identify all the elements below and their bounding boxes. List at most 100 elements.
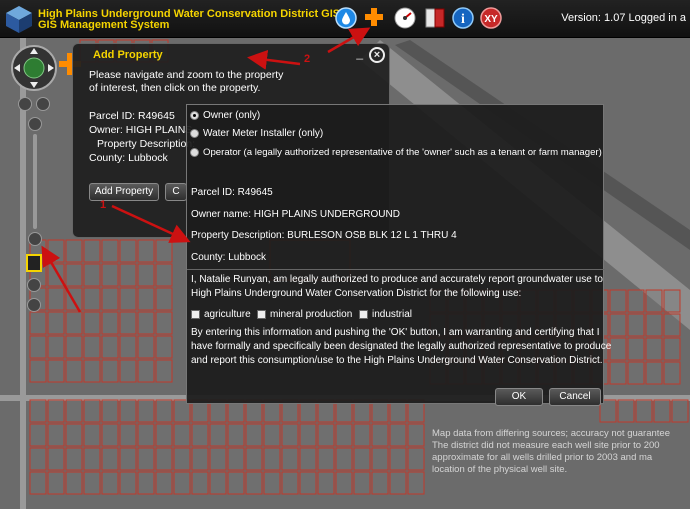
- map-parcel: [83, 423, 101, 447]
- map-parcel: [371, 447, 389, 471]
- water-drop-icon[interactable]: [334, 6, 358, 30]
- map-navigation: [8, 42, 81, 317]
- map-parcel: [609, 361, 627, 385]
- map-parcel: [281, 471, 299, 495]
- mineral-production-label: mineral production: [270, 309, 353, 320]
- map-parcel: [645, 337, 663, 361]
- instructions-line2: of interest, then click on the property.: [89, 82, 261, 94]
- pan-left-icon[interactable]: [18, 97, 32, 111]
- map-parcel: [389, 423, 407, 447]
- map-parcel: [191, 423, 209, 447]
- map-parcel: [137, 335, 155, 359]
- zoom-previous-icon[interactable]: [27, 278, 41, 292]
- radio-operator[interactable]: [190, 148, 199, 157]
- map-parcel: [65, 263, 83, 287]
- xy-icon-label: XY: [484, 14, 498, 25]
- checkbox-mineral-production[interactable]: [257, 310, 266, 319]
- checkbox-agriculture[interactable]: [191, 310, 200, 319]
- pan-hand-icon[interactable]: [26, 254, 42, 272]
- map-parcel: [137, 287, 155, 311]
- statement-line2: High Plains Underground Water Conservati…: [191, 288, 522, 299]
- map-parcel: [47, 399, 65, 423]
- map-parcel: [155, 399, 173, 423]
- disclaimer-line3: approximate for all wells drilled prior …: [432, 452, 653, 463]
- map-parcel: [627, 313, 645, 337]
- checkbox-industrial[interactable]: [359, 310, 368, 319]
- map-parcel: [119, 359, 137, 383]
- add-property-icon[interactable]: [362, 6, 386, 30]
- map-parcel: [83, 335, 101, 359]
- disclaimer-line1: Map data from differing sources; accurac…: [432, 428, 670, 439]
- property-description-label: Property Description:: [97, 138, 196, 150]
- zoom-next-icon[interactable]: [27, 298, 41, 312]
- map-parcel: [299, 423, 317, 447]
- map-parcel: [83, 239, 101, 263]
- add-property-button[interactable]: Add Property: [89, 183, 159, 201]
- map-parcel: [101, 359, 119, 383]
- map-parcel: [29, 359, 47, 383]
- book-icon[interactable]: [423, 6, 447, 30]
- owner-certification-dialog: Owner (only) Water Meter Installer (only…: [186, 104, 611, 406]
- map-parcel: [407, 423, 425, 447]
- map-parcel: [263, 471, 281, 495]
- map-parcel: [245, 423, 263, 447]
- map-parcel: [609, 289, 627, 313]
- zoom-slider-track[interactable]: [33, 134, 37, 229]
- map-parcel: [371, 471, 389, 495]
- app-title-line2: GIS Management System: [38, 19, 170, 31]
- map-parcel: [65, 311, 83, 335]
- map-parcel: [101, 239, 119, 263]
- radio-water-meter-installer[interactable]: [190, 129, 199, 138]
- statement-line1: I, Natalie Runyan, am legally authorized…: [191, 274, 603, 285]
- map-parcel: [389, 471, 407, 495]
- map-parcel: [191, 471, 209, 495]
- map-parcel: [137, 423, 155, 447]
- map-parcel: [101, 335, 119, 359]
- map-parcel: [119, 471, 137, 495]
- add-property-title: Add Property: [93, 49, 163, 61]
- pan-control[interactable]: [8, 42, 58, 102]
- map-parcel: [209, 423, 227, 447]
- ok-button[interactable]: OK: [495, 388, 543, 406]
- version-text: Version: 1.07 Logged in a: [561, 12, 686, 24]
- map-parcel: [645, 313, 663, 337]
- map-parcel: [245, 447, 263, 471]
- xy-icon[interactable]: XY: [479, 6, 503, 30]
- zoom-out-icon[interactable]: [28, 232, 42, 246]
- map-parcel: [83, 359, 101, 383]
- divider: [187, 269, 605, 270]
- info-icon[interactable]: i: [451, 6, 475, 30]
- map-parcel: [263, 423, 281, 447]
- map-parcel: [101, 471, 119, 495]
- app-title: High Plains Underground Water Conservati…: [38, 9, 340, 31]
- map-parcel: [335, 423, 353, 447]
- map-parcel: [627, 361, 645, 385]
- map-parcel: [65, 287, 83, 311]
- map-parcel: [627, 337, 645, 361]
- pan-right-icon[interactable]: [36, 97, 50, 111]
- map-parcel: [155, 287, 173, 311]
- zoom-in-icon[interactable]: [28, 117, 42, 131]
- map-parcel: [407, 471, 425, 495]
- industrial-label: industrial: [372, 309, 413, 320]
- cancel-button[interactable]: Cancel: [549, 388, 601, 406]
- secondary-button[interactable]: C: [165, 183, 187, 201]
- minimize-icon[interactable]: _: [356, 46, 363, 60]
- gauge-icon[interactable]: [393, 6, 417, 30]
- map-parcel: [119, 399, 137, 423]
- map-parcel: [155, 471, 173, 495]
- dialog-county: County: Lubbock: [191, 252, 267, 263]
- disclaimer-line2: The district did not measure each well s…: [432, 440, 660, 451]
- option-owner-label: Owner (only): [203, 110, 261, 121]
- close-icon[interactable]: ×: [369, 47, 385, 63]
- radio-owner[interactable]: [190, 111, 199, 120]
- map-parcel: [353, 471, 371, 495]
- agriculture-label: agriculture: [204, 309, 251, 320]
- map-parcel: [83, 287, 101, 311]
- option-installer-label: Water Meter Installer (only): [203, 128, 324, 139]
- option-operator-label: Operator (a legally authorized represent…: [203, 147, 602, 158]
- map-parcel: [65, 471, 83, 495]
- map-parcel: [155, 239, 173, 263]
- map-parcel: [119, 423, 137, 447]
- map-parcel: [227, 471, 245, 495]
